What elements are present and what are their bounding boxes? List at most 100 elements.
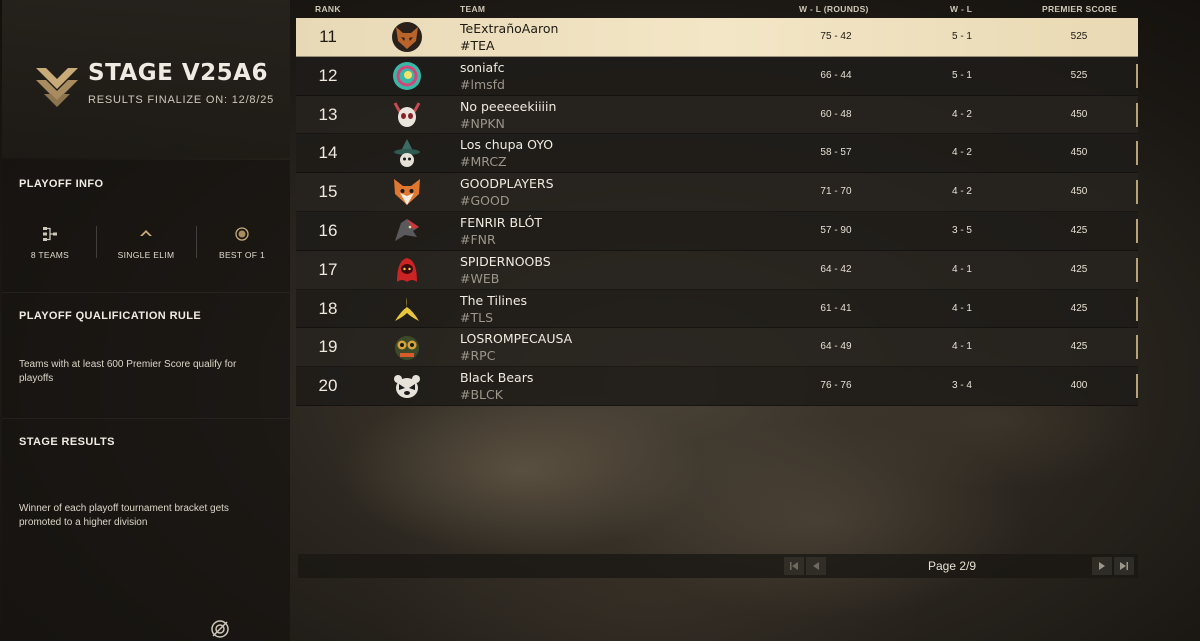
next-page-button[interactable] [1092,557,1112,575]
stat-format-label: SINGLE ELIM [117,250,175,260]
team-tag: #FNR [460,231,496,247]
premier-score: 425 [1070,302,1088,314]
bracket-icon [43,227,57,241]
table-header: RANK TEAM W - L (ROUNDS) W - L PREMIER S… [296,0,1138,18]
row-rank: 15 [318,182,338,202]
header-rank: RANK [315,4,341,14]
team-tag: #BLCK [460,387,503,403]
rounds-record: 76 - 76 [820,380,852,392]
row-edge-accent [1136,335,1138,360]
last-page-button[interactable] [1114,557,1134,575]
match-record: 3 - 4 [951,380,972,392]
circle-dot-icon [235,227,249,241]
team-name: The Tilines [460,292,528,308]
section-divider [2,418,290,419]
stat-divider [196,226,197,258]
stage-title: STAGE V25A6 [88,60,268,86]
stat-teams: 8 TEAMS [2,226,98,260]
standings-table: RANK TEAM W - L (ROUNDS) W - L PREMIER S… [296,0,1138,580]
match-record: 5 - 1 [951,69,972,81]
table-row[interactable]: 17 SPIDERNOOBS #WEB 64 - 42 4 - 1 425 [296,250,1138,290]
row-edge-accent [1136,180,1138,205]
team-name: soniafc [460,59,505,75]
table-row[interactable]: 14 Los chupa OYO #MRCZ 58 - 57 4 - 2 450 [296,134,1138,174]
row-edge-accent [1136,218,1138,243]
rounds-record: 71 - 70 [820,186,852,198]
section-divider [2,292,290,293]
stage-results-heading: STAGE RESULTS [19,436,115,448]
skip-last-icon [1120,562,1128,570]
team-name: TeExtrañoAaron [460,21,559,36]
header-wl: W - L [950,4,973,14]
team-tag: #TEA [460,38,495,53]
rounds-record: 60 - 48 [820,108,852,120]
row-rank: 18 [318,298,338,318]
hooded-ghost-icon [397,257,417,282]
results-finalize-date: RESULTS FINALIZE ON: 12/8/25 [88,94,275,106]
stat-divider [96,226,97,258]
premier-score: 525 [1070,69,1088,81]
premier-score: 425 [1070,263,1088,275]
team-tag: #RPC [460,348,496,364]
table-row[interactable]: 16 FENRIR BLÓT #FNR 57 - 90 3 - 5 425 [296,211,1138,251]
row-edge-accent [1136,102,1138,127]
table-row[interactable]: 18 The Tilines #TLS 61 - 41 4 - 1 425 [296,289,1138,329]
skip-first-icon [790,562,798,570]
row-edge-accent [1136,141,1138,166]
team-tag: #WEB [460,270,500,286]
rounds-record: 58 - 57 [820,147,852,159]
table-row[interactable]: 11 TeExtrañoAaron #TEA 75 - 42 5 - 1 525 [296,18,1138,57]
chevron-left-icon [813,562,819,570]
banana-icon [395,296,419,321]
playoff-info-heading: PLAYOFF INFO [19,178,104,190]
owl-icon [395,336,419,361]
stat-best-of-label: BEST OF 1 [218,250,265,260]
header-premier-score: PREMIER SCORE [1042,4,1118,14]
qualification-text: Teams with at least 600 Premier Score qu… [19,359,237,384]
team-tag: #lmsfd [460,76,505,92]
stage-card: STAGE V25A6 RESULTS FINALIZE ON: 12/8/25 [2,0,290,158]
table-row[interactable]: 12 soniafc #lmsfd 66 - 44 5 - 1 525 [296,56,1138,96]
previous-page-button[interactable] [806,557,826,575]
stage-results-text: Winner of each playoff tournament bracke… [19,503,229,528]
row-rank: 20 [318,376,338,396]
chevron-up-icon [140,230,152,236]
rounds-record: 57 - 90 [820,224,852,236]
team-name: SPIDERNOOBS [460,253,551,269]
rounds-record: 64 - 42 [820,263,852,275]
stage-rank-icon [36,68,78,107]
wolf-head-icon [395,218,419,241]
network-status-icon[interactable] [210,619,230,639]
row-rank: 16 [318,220,338,240]
row-rank: 19 [318,337,338,357]
stat-format: SINGLE ELIM [98,226,194,260]
table-row[interactable]: 13 No peeeeekiiiin #NPKN 60 - 48 4 - 2 4… [296,95,1138,135]
match-record: 4 - 1 [951,263,972,275]
match-record: 3 - 5 [951,224,972,236]
table-row[interactable]: 19 LOSROMPECAUSA #RPC 64 - 49 4 - 1 425 [296,328,1138,368]
match-record: 4 - 1 [951,302,972,314]
stat-teams-label: 8 TEAMS [30,250,70,260]
team-tag: #TLS [460,309,494,325]
team-name: GOODPLAYERS [460,176,554,192]
row-rank: 11 [319,27,337,46]
fox-mask-icon [392,22,422,52]
match-record: 4 - 2 [951,186,972,198]
team-name: LOSROMPECAUSA [460,331,573,347]
horned-skull-icon [393,101,421,127]
table-row[interactable]: 20 Black Bears #BLCK 76 - 76 3 - 4 400 [296,367,1138,406]
row-rank: 12 [318,65,338,85]
team-tag: #GOOD [460,193,510,209]
premier-score: 450 [1070,108,1088,120]
match-record: 4 - 2 [951,147,972,159]
row-edge-accent [1136,63,1138,88]
first-page-button[interactable] [784,557,804,575]
premier-score: 425 [1070,224,1088,236]
table-rows: 11 TeExtrañoAaron #TEA 75 - 42 5 - 1 525… [296,18,1138,406]
stat-best-of: BEST OF 1 [194,226,290,260]
premier-score: 525 [1070,31,1088,42]
team-tag: #MRCZ [460,154,507,170]
table-row[interactable]: 15 GOODPLAYERS #GOOD 71 - 70 4 - 2 450 [296,173,1138,212]
row-edge-accent [1136,296,1138,321]
swirl-icon [393,61,421,90]
